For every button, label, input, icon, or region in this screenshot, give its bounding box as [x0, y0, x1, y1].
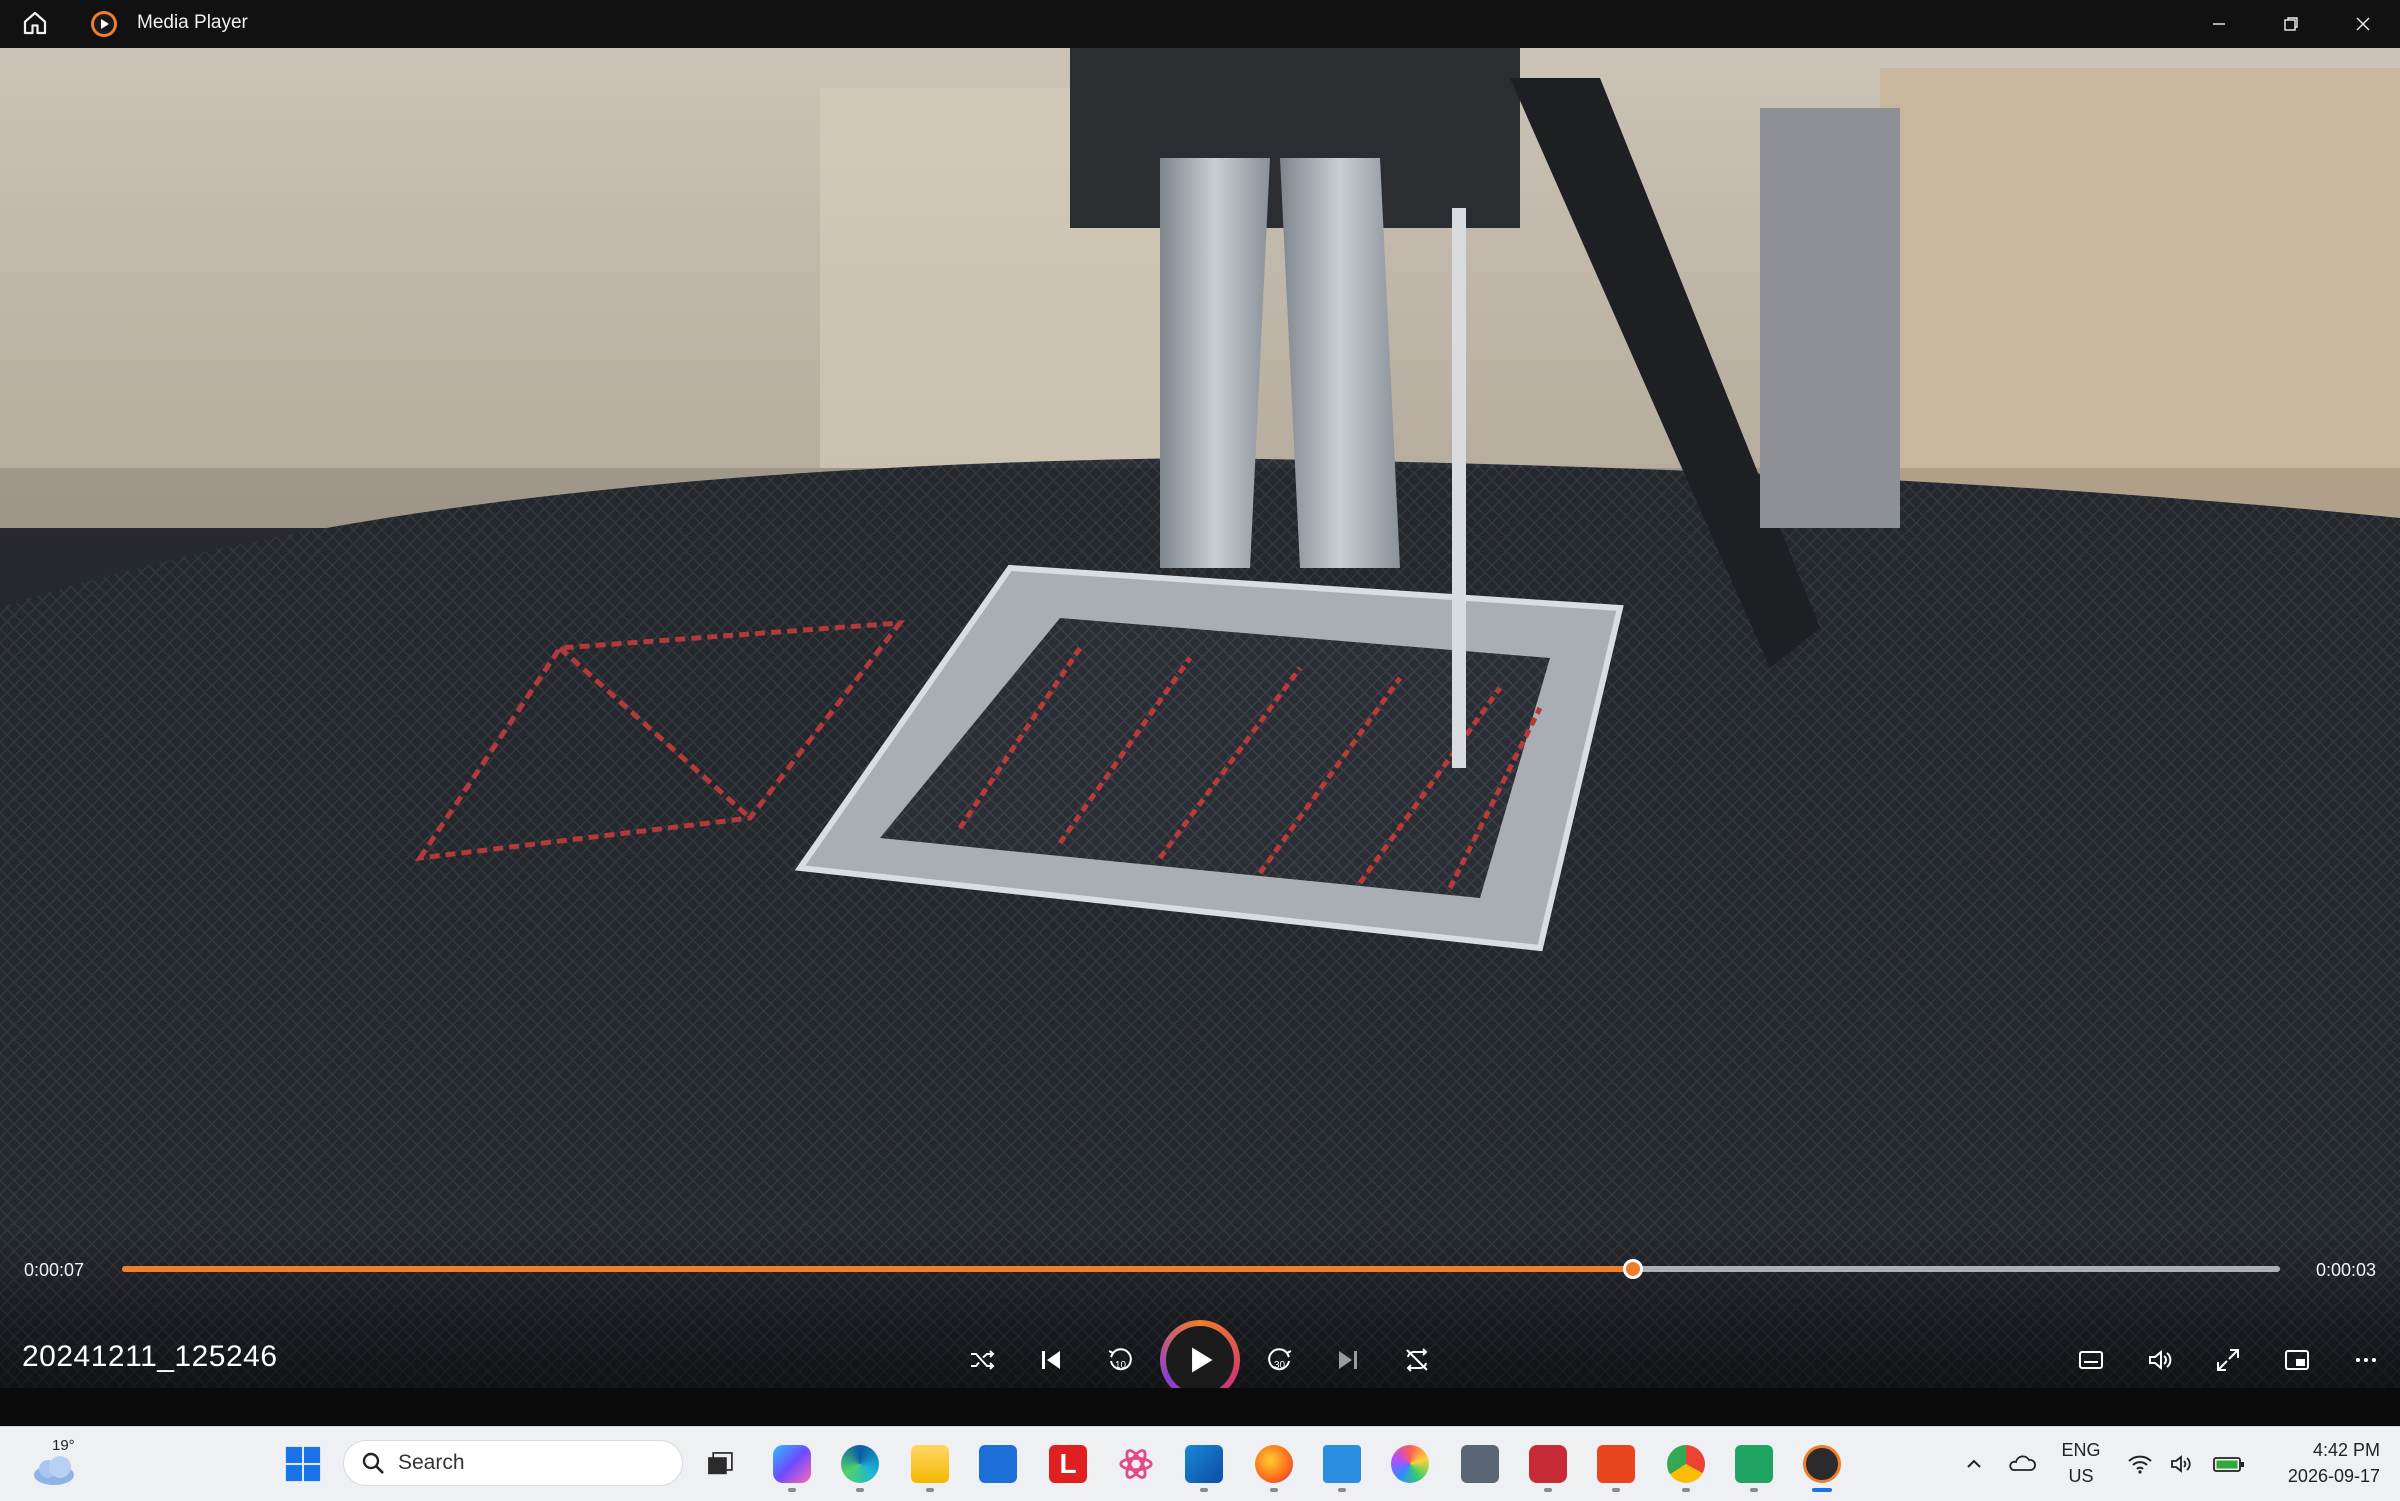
file-explorer-icon[interactable]: [906, 1440, 954, 1492]
volume-icon[interactable]: [2136, 1336, 2184, 1384]
restore-button[interactable]: [2256, 0, 2326, 48]
svg-text:10: 10: [1115, 1360, 1127, 1371]
windows-icon: [285, 1446, 321, 1482]
search-placeholder: Search: [398, 1451, 465, 1474]
seek-bar[interactable]: [122, 1259, 2280, 1279]
media-title: 20241211_125246: [22, 1340, 278, 1373]
play-icon: [1166, 1326, 1234, 1394]
previous-icon[interactable]: [1027, 1336, 1075, 1384]
taskbar-search[interactable]: Search: [343, 1440, 683, 1486]
elapsed-time: 0:00:07: [24, 1260, 85, 1280]
weather-temperature: 19°: [52, 1437, 75, 1454]
show-hidden-icons-chevron[interactable]: [1954, 1427, 1994, 1501]
repeat-off-icon[interactable]: [1393, 1336, 1441, 1384]
captions-icon[interactable]: [2067, 1336, 2115, 1384]
task-view-icon[interactable]: [696, 1440, 744, 1488]
clock-time: 4:42 PM: [2312, 1440, 2380, 1460]
minimize-button[interactable]: [2184, 0, 2254, 48]
outlook-icon[interactable]: [1180, 1440, 1228, 1492]
media-player-app-icon: [90, 10, 118, 38]
home-icon[interactable]: [20, 8, 56, 40]
close-button[interactable]: [2328, 0, 2398, 48]
search-icon: [362, 1452, 384, 1474]
window-bottom-edge: [0, 1388, 2400, 1426]
rewind-10-button[interactable]: 10: [1096, 1336, 1144, 1384]
edge-icon[interactable]: [836, 1440, 884, 1492]
chrome-icon[interactable]: [1662, 1440, 1710, 1492]
access-icon[interactable]: [1524, 1440, 1572, 1492]
language-region: US: [2068, 1466, 2094, 1486]
fullscreen-icon[interactable]: [2204, 1336, 2252, 1384]
wifi-icon[interactable]: [2120, 1427, 2160, 1501]
next-icon[interactable]: [1324, 1336, 1372, 1384]
miniplayer-icon[interactable]: [2273, 1336, 2321, 1384]
battery-icon[interactable]: [2206, 1427, 2252, 1501]
clock-date: 2026-09-17: [2287, 1466, 2380, 1486]
paint-icon[interactable]: [1386, 1440, 1434, 1488]
video-frame[interactable]: [0, 48, 2400, 1388]
media-player-taskbar-icon[interactable]: [1798, 1440, 1846, 1492]
language-indicator[interactable]: ENG US: [2060, 1437, 2102, 1489]
seek-progress: [122, 1266, 1633, 1272]
onedrive-icon[interactable]: [2000, 1427, 2044, 1501]
seek-thumb[interactable]: [1622, 1259, 1643, 1279]
calculator-icon[interactable]: [1456, 1440, 1504, 1488]
title-bar: Media Player: [0, 0, 2400, 48]
atom-icon[interactable]: [1112, 1440, 1160, 1488]
speaker-icon[interactable]: [2162, 1427, 2202, 1501]
window-title: Media Player: [137, 12, 248, 33]
store-icon[interactable]: [974, 1440, 1022, 1488]
sheets-icon[interactable]: [1730, 1440, 1778, 1492]
l-app-icon[interactable]: L: [1044, 1440, 1092, 1488]
more-icon[interactable]: [2342, 1336, 2390, 1384]
taskbar-clock[interactable]: 4:42 PM 2026-09-17: [2270, 1437, 2380, 1489]
acrobat-icon[interactable]: [1592, 1440, 1640, 1492]
forward-30-button[interactable]: 30: [1256, 1336, 1304, 1384]
video-image: [0, 48, 2400, 1388]
svg-text:30: 30: [1274, 1360, 1286, 1371]
m365-icon[interactable]: [768, 1440, 816, 1492]
notepad-icon[interactable]: [1318, 1440, 1366, 1492]
remaining-time: 0:00:03: [2315, 1260, 2376, 1280]
start-button[interactable]: [279, 1440, 327, 1488]
taskbar: 19° Search L ENG US 4:42 PM 2026-09-17: [0, 1426, 2400, 1501]
firefox-icon[interactable]: [1250, 1440, 1298, 1492]
shuffle-icon[interactable]: [958, 1336, 1006, 1384]
language-code: ENG: [2061, 1440, 2101, 1460]
weather-widget[interactable]: 19°: [28, 1437, 88, 1491]
